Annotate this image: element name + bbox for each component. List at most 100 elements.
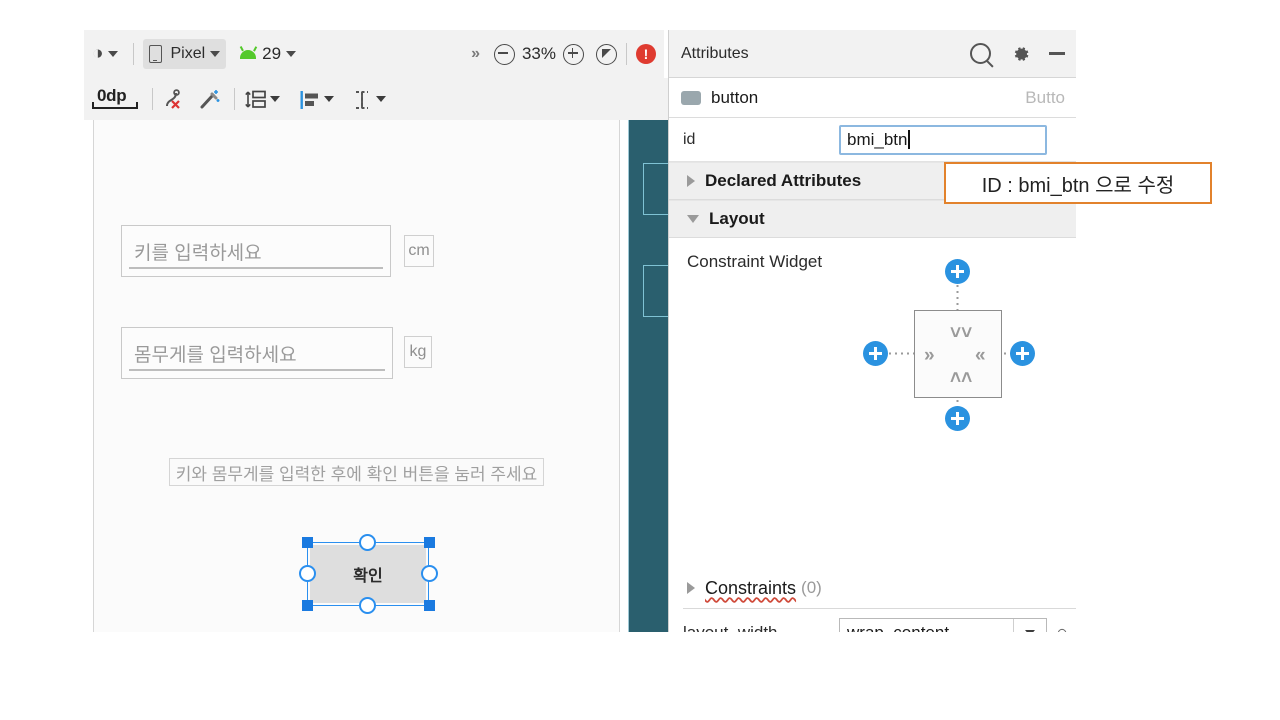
chevron-down-icon — [687, 215, 699, 223]
weight-edittext-hint: 몸무게를 입력하세요 — [134, 340, 297, 367]
search-icon[interactable] — [970, 43, 991, 64]
layout-width-label: layout_width — [683, 623, 839, 632]
id-input[interactable]: bmi_btn — [839, 125, 1047, 155]
zoom-in-icon[interactable] — [563, 44, 584, 65]
chevron-down-icon[interactable] — [376, 96, 386, 102]
attributes-title: Attributes — [681, 45, 970, 63]
chevron-down-icon — [286, 51, 296, 57]
add-bottom-constraint-button[interactable] — [945, 406, 970, 431]
resize-handle-top-right[interactable] — [424, 537, 435, 548]
annotation-callout: ID : bmi_btn 으로 수정 — [944, 162, 1212, 204]
cm-label-text: cm — [408, 242, 429, 260]
declared-attributes-label: Declared Attributes — [705, 171, 861, 191]
weight-edittext[interactable]: 몸무게를 입력하세요 — [121, 327, 393, 379]
resize-handle-bottom-left[interactable] — [302, 600, 313, 611]
add-start-constraint-button[interactable] — [863, 341, 888, 366]
panel-divider — [683, 608, 1076, 609]
horizontal-start-chevron[interactable]: » — [924, 346, 935, 365]
annotation-callout-text: ID : bmi_btn 으로 수정 — [982, 169, 1175, 198]
id-input-value: bmi_btn — [847, 130, 907, 150]
default-margin-label: 0dp — [97, 86, 126, 106]
layout-section[interactable]: Layout — [669, 200, 1076, 238]
toolbar-overflow-button[interactable]: » — [471, 45, 478, 63]
constraints-row[interactable]: Constraints (0) — [669, 570, 1076, 606]
blueprint-widget-outline — [643, 265, 669, 317]
instruction-textview-text: 키와 몸무게를 입력한 후에 확인 버튼을 눔러 주세요 — [176, 460, 538, 485]
layout-width-dropdown-button[interactable] — [1013, 619, 1046, 632]
design-toolbar: ◑ Pixel 29 » 33% ! — [84, 30, 664, 79]
device-selector-button[interactable]: Pixel — [143, 39, 226, 69]
constraints-count: (0) — [801, 578, 822, 598]
layout-width-row: layout_width wrap_content ∩ — [669, 616, 1076, 632]
chevron-down-icon — [210, 51, 220, 57]
chevron-down-icon[interactable] — [324, 96, 334, 102]
height-edittext[interactable]: 키를 입력하세요 — [121, 225, 391, 277]
layout-width-select[interactable]: wrap_content — [839, 618, 1047, 632]
pack-icon[interactable] — [244, 88, 266, 110]
constraint-anchor-end[interactable] — [421, 565, 438, 582]
component-row[interactable]: button Butto — [669, 78, 1076, 118]
add-end-constraint-button[interactable] — [1010, 341, 1035, 366]
layout-section-label: Layout — [709, 209, 765, 229]
toolbar-divider — [133, 43, 134, 65]
horizontal-end-chevron[interactable]: « — [975, 346, 986, 365]
attributes-header: Attributes — [669, 30, 1076, 78]
clear-constraints-icon[interactable] — [162, 87, 186, 111]
api-level-label: 29 — [262, 44, 281, 64]
api-selector-button[interactable]: 29 — [234, 39, 302, 69]
layout-variants-icon: ◑ — [92, 43, 103, 65]
kg-label[interactable]: kg — [404, 336, 432, 368]
blueprint-widget-outline — [643, 163, 669, 215]
constraints-label: Constraints — [705, 578, 796, 599]
kg-label-text: kg — [410, 343, 427, 361]
chevron-right-icon — [687, 582, 695, 594]
gear-icon[interactable] — [1011, 44, 1031, 64]
phone-icon — [149, 45, 162, 63]
chevron-down-icon[interactable] — [270, 96, 280, 102]
resize-handle-top-left[interactable] — [302, 537, 313, 548]
device-label: Pixel — [170, 45, 205, 63]
constraint-guide-left — [887, 352, 914, 355]
design-surface[interactable]: 키를 입력하세요 cm 몸무게를 입력하세요 kg 키와 몸무게를 입력한 후에… — [84, 120, 664, 632]
minimize-icon[interactable] — [1049, 52, 1065, 54]
layout-width-value: wrap_content — [847, 623, 1013, 632]
constraints-toolbar: 0dp — [84, 78, 672, 121]
zoom-to-fit-icon[interactable] — [596, 44, 617, 65]
constraint-widget[interactable]: ˅˅ ˄˄ » « — [849, 245, 1039, 435]
align-icon[interactable] — [298, 88, 320, 110]
blueprint-preview[interactable] — [628, 120, 669, 632]
cm-label[interactable]: cm — [404, 235, 434, 267]
constraint-guide-top — [956, 283, 959, 310]
add-top-constraint-button[interactable] — [945, 259, 970, 284]
constraint-anchor-top[interactable] — [359, 534, 376, 551]
instruction-textview[interactable]: 키와 몸무게를 입력한 후에 확인 버튼을 눔러 주세요 — [169, 458, 544, 486]
vertical-bias-bottom-chevron[interactable]: ˄˄ — [950, 369, 972, 388]
default-margin-button[interactable]: 0dp — [92, 86, 138, 112]
resize-handle-bottom-right[interactable] — [424, 600, 435, 611]
component-id-label: button — [711, 88, 1025, 108]
component-type-icon — [681, 91, 701, 105]
chevron-right-icon — [687, 175, 695, 187]
zoom-level-label: 33% — [522, 44, 556, 64]
device-preview[interactable]: 키를 입력하세요 cm 몸무게를 입력하세요 kg 키와 몸무게를 입력한 후에… — [93, 120, 620, 632]
layout-variants-button[interactable]: ◑ — [86, 39, 124, 69]
width-bracket-icon: ∩ — [1055, 622, 1069, 633]
text-cursor — [908, 130, 910, 149]
guidelines-icon[interactable] — [352, 88, 372, 110]
height-edittext-hint: 키를 입력하세요 — [134, 238, 262, 265]
constraint-anchor-bottom[interactable] — [359, 597, 376, 614]
vertical-bias-top-chevron[interactable]: ˅˅ — [950, 324, 972, 343]
id-attribute-row: id bmi_btn — [669, 118, 1076, 162]
component-class-label: Butto — [1025, 88, 1065, 108]
infer-constraints-icon[interactable] — [198, 87, 222, 111]
error-badge[interactable]: ! — [636, 44, 656, 64]
constraint-anchor-start[interactable] — [299, 565, 316, 582]
toolbar-divider — [234, 88, 235, 110]
zoom-out-icon[interactable] — [494, 44, 515, 65]
android-icon — [240, 50, 256, 59]
attributes-panel: Attributes button Butto id bmi_btn — [668, 30, 1076, 632]
chevron-down-icon — [108, 51, 118, 57]
android-studio-layout-editor: ◑ Pixel 29 » 33% ! 0dp — [84, 30, 1076, 632]
id-attribute-label: id — [683, 131, 839, 149]
chevron-down-icon — [1025, 630, 1035, 632]
